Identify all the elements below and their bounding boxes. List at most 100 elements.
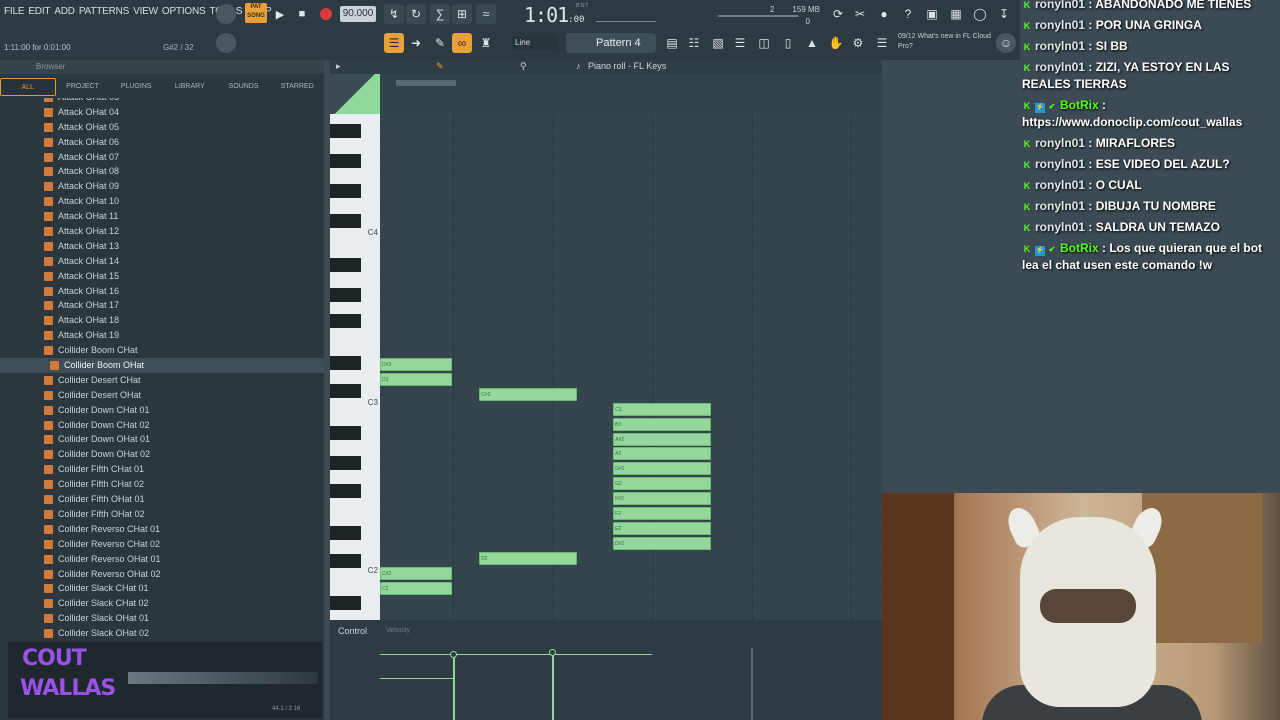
file-item[interactable]: Collider Desert OHat [0,388,324,403]
black-key[interactable] [330,154,361,168]
file-item[interactable]: Attack OHat 15 [0,269,324,284]
file-item[interactable]: Attack OHat 04 [0,105,324,120]
control-label[interactable]: Control [338,626,367,636]
link-icon[interactable]: ∞ [452,33,472,53]
pat-song-toggle[interactable]: PAT SONG [245,3,267,23]
metronome-icon[interactable]: ↯ [384,4,404,24]
control-target[interactable]: Velocity [386,627,410,634]
file-item[interactable]: Attack OHat 19 [0,328,324,343]
plugin-icon[interactable]: ▦ [946,4,966,24]
help-icon[interactable]: ? [898,4,918,24]
note[interactable]: C2 [380,581,453,595]
chat-username[interactable]: BotRix [1060,98,1099,112]
touch-icon[interactable]: ✋ [826,33,846,53]
note[interactable]: C3 [613,402,711,416]
account-icon[interactable]: ☺ [996,33,1016,53]
mixer-icon[interactable]: ☰ [730,33,750,53]
piano-keyboard[interactable]: C4 C3 C2 [330,114,380,677]
speaker-icon[interactable]: ♪ [576,61,581,71]
draw-mode-select[interactable]: Line [512,36,558,50]
black-key[interactable] [330,456,361,470]
chat-username[interactable]: ronyln01 [1035,199,1085,213]
undo-icon[interactable]: ⟳ [828,4,848,24]
file-item[interactable]: Collider Down CHat 01 [0,403,324,418]
file-item[interactable]: Attack OHat 14 [0,254,324,269]
note[interactable]: D#2 [613,536,711,550]
menu-edit[interactable]: EDIT [28,6,50,17]
file-item[interactable]: Attack OHat 17 [0,298,324,313]
chat-username[interactable]: ronyln01 [1035,39,1085,53]
file-item[interactable]: Collider Slack CHat 01 [0,581,324,596]
file-item[interactable]: Collider Reverso CHat 01 [0,522,324,537]
note[interactable]: A#2 [613,432,711,446]
chat-icon[interactable]: ◯ [970,4,990,24]
tab-library[interactable]: LIBRARY [163,78,217,96]
file-item[interactable]: Collider Slack CHat 02 [0,596,324,611]
piano-roll-menu-icon[interactable]: ▸ [336,61,341,72]
typing-keyboard-icon[interactable]: ≈ [476,4,496,24]
black-key[interactable] [330,184,361,198]
download-icon[interactable]: ↧ [994,4,1014,24]
note[interactable]: D3 [380,372,453,386]
chat-username[interactable]: ronyln01 [1035,60,1085,74]
tab-plugins[interactable]: PLUGINS [109,78,163,96]
project-icon[interactable]: ▲ [802,33,822,53]
black-key[interactable] [330,214,361,228]
black-key[interactable] [330,526,361,540]
news-icon[interactable]: ☰ [872,33,892,53]
piano-roll-timeline[interactable] [380,74,882,114]
master-pitch-knob[interactable] [216,33,236,53]
event-editor[interactable]: Control Velocity [330,620,882,720]
note[interactable]: D#3 [380,358,453,371]
cut-icon[interactable]: ✂ [850,4,870,24]
tab-project[interactable]: PROJECT [56,78,110,96]
black-key[interactable] [330,124,361,138]
plugin-db-icon[interactable]: ▯ [778,33,798,53]
chat-username[interactable]: ronyln01 [1035,178,1085,192]
note[interactable]: F#2 [613,492,711,506]
black-key[interactable] [330,314,361,328]
loop-record-icon[interactable]: ↻ [406,4,426,24]
note-grid[interactable]: D#3 D3 C#3 C3 B2 A#2 A2 G#2 G2 F#2 F2 E2 D#2 D2 C#2 C2 [380,114,882,677]
record-button[interactable] [316,4,336,24]
file-item[interactable]: Attack OHat 12 [0,224,324,239]
black-key[interactable] [330,426,361,440]
file-item[interactable]: Attack OHat 16 [0,284,324,299]
velocity-bar[interactable] [453,656,455,720]
playlist-icon[interactable]: ▤ [662,33,682,53]
note[interactable]: D2 [479,551,577,565]
velocity-handle[interactable] [549,649,556,656]
black-key[interactable] [330,258,361,272]
tab-starred[interactable]: STARRED [270,78,324,96]
file-item[interactable]: Collider Reverso CHat 02 [0,537,324,552]
file-item[interactable]: Collider Down OHat 02 [0,447,324,462]
file-item[interactable]: Collider Desert CHat [0,373,324,388]
note[interactable]: C#2 [380,566,453,580]
note[interactable]: F2 [613,507,711,520]
chat-username[interactable]: BotRix [1060,241,1099,255]
note[interactable]: C#3 [479,387,577,401]
menu-file[interactable]: FILE [4,6,25,17]
file-item[interactable]: Collider Fifth OHat 02 [0,507,324,522]
note[interactable]: G2 [613,477,711,491]
tab-sounds[interactable]: SOUNDS [217,78,271,96]
blend-notes-icon[interactable]: ⊞ [452,4,472,24]
news-panel[interactable]: 09/12 What's new in FL Cloud Pro? [898,32,998,52]
master-volume-knob[interactable] [216,4,236,24]
black-key[interactable] [330,554,361,568]
file-item[interactable]: Collider Slack OHat 01 [0,611,324,626]
file-item[interactable]: Attack OHat 18 [0,313,324,328]
note[interactable]: B2 [613,417,711,431]
velocity-bar[interactable] [751,648,753,720]
file-item[interactable]: Collider Fifth CHat 02 [0,477,324,492]
menu-view[interactable]: VIEW [133,6,158,17]
note[interactable]: G#2 [613,462,711,476]
file-item[interactable]: Collider Reverso OHat 01 [0,552,324,567]
file-item[interactable]: Attack OHat 10 [0,194,324,209]
stamp-icon[interactable]: ♜ [476,33,496,53]
file-item[interactable]: Attack OHat 06 [0,135,324,150]
black-key[interactable] [330,384,361,398]
menu-options[interactable]: OPTIONS [162,6,206,17]
file-item[interactable]: Attack OHat 03 [0,98,324,105]
draw-tool-icon[interactable]: ✎ [436,61,444,72]
